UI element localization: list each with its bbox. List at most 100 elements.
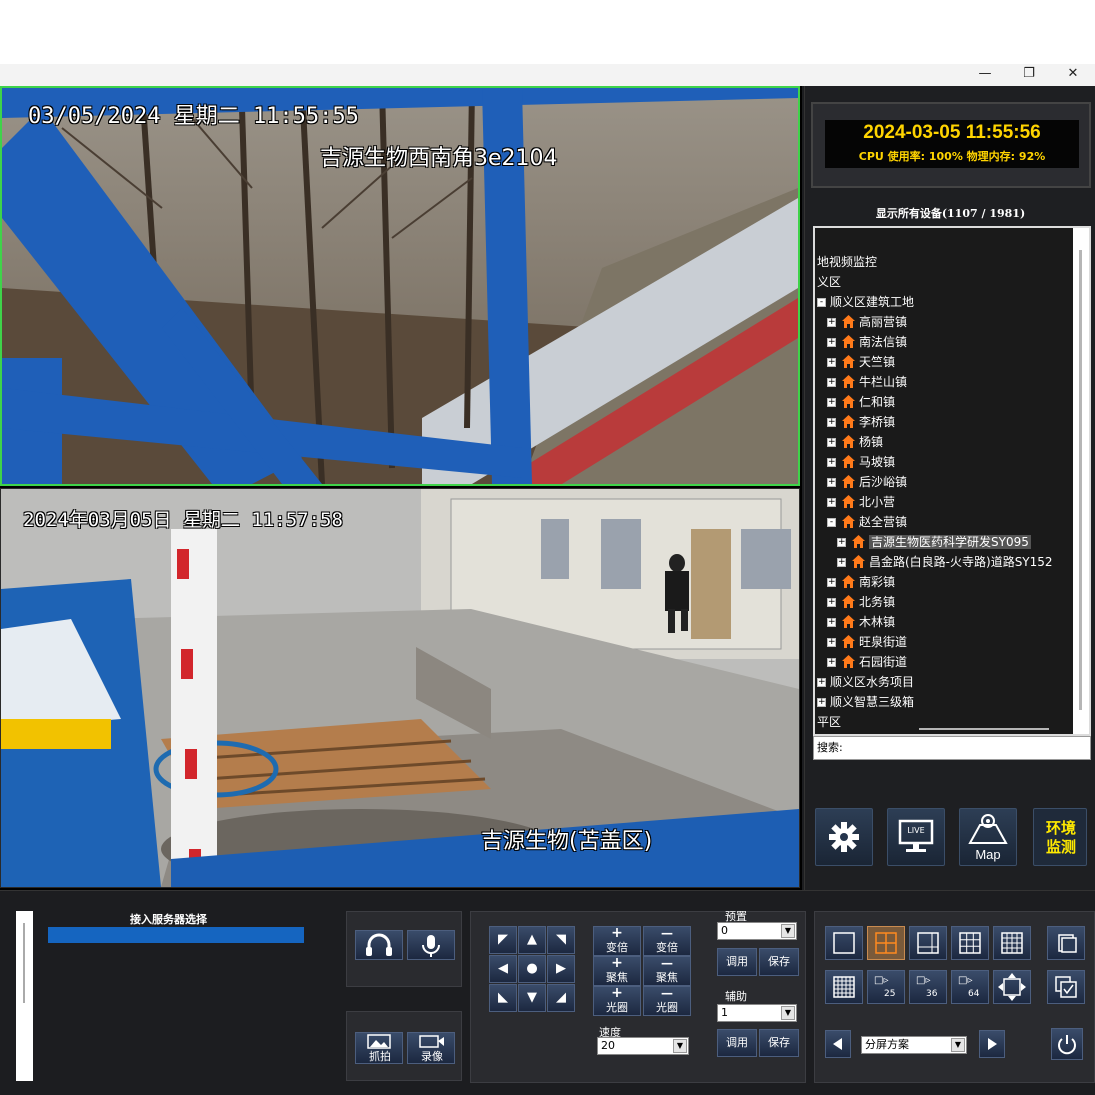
- tree-item[interactable]: 地视频监控: [817, 252, 877, 272]
- tree-item[interactable]: + 杨镇: [827, 432, 883, 452]
- expand-icon[interactable]: +: [817, 698, 826, 707]
- iris-open-button[interactable]: + 光圈: [593, 986, 641, 1016]
- collapse-icon[interactable]: -: [827, 518, 836, 527]
- layout-16-button[interactable]: [993, 926, 1031, 960]
- aux-select[interactable]: 1 ▼: [717, 1004, 797, 1022]
- server-list-scrollbar[interactable]: [16, 911, 33, 1081]
- expand-icon[interactable]: +: [827, 378, 836, 387]
- device-search-input[interactable]: 搜索:: [813, 736, 1091, 760]
- expand-icon[interactable]: +: [827, 498, 836, 507]
- expand-icon[interactable]: +: [827, 658, 836, 667]
- tree-item[interactable]: + 天竺镇: [827, 352, 895, 372]
- ptz-down-button[interactable]: ▼: [518, 984, 546, 1012]
- expand-icon[interactable]: +: [827, 318, 836, 327]
- tree-item[interactable]: + 马坡镇: [827, 452, 895, 472]
- live-view-button[interactable]: LIVE: [887, 808, 945, 866]
- tree-item[interactable]: + 牛栏山镇: [827, 372, 907, 392]
- tree-item[interactable]: + 南法信镇: [827, 332, 907, 352]
- settings-button[interactable]: [815, 808, 873, 866]
- split-scheme-select[interactable]: 分屏方案 ▼: [861, 1036, 967, 1054]
- iris-close-button[interactable]: — 光圈: [643, 986, 691, 1016]
- ptz-right-button[interactable]: ▶: [547, 955, 575, 983]
- scheme-next-button[interactable]: [979, 1030, 1005, 1058]
- layout-64-button[interactable]: □▹ 64: [951, 970, 989, 1004]
- expand-icon[interactable]: +: [827, 578, 836, 587]
- ptz-down-right-button[interactable]: ◢: [547, 984, 575, 1012]
- focus-near-button[interactable]: + 聚焦: [593, 956, 641, 986]
- device-tree-header[interactable]: 显示所有设备(1107 / 1981): [805, 204, 1095, 224]
- tree-item[interactable]: + 后沙峪镇: [827, 472, 907, 492]
- tree-vertical-scrollbar[interactable]: [1073, 228, 1089, 734]
- expand-icon[interactable]: +: [837, 558, 846, 567]
- ptz-up-button[interactable]: ▲: [518, 926, 546, 954]
- preset-select[interactable]: 0 ▼: [717, 922, 797, 940]
- tree-item[interactable]: + 木林镇: [827, 612, 895, 632]
- layout-25-grid-button[interactable]: [825, 970, 863, 1004]
- layout-1-button[interactable]: [825, 926, 863, 960]
- environment-monitor-button[interactable]: 环境 监测: [1033, 808, 1087, 866]
- aux-save-button[interactable]: 保存: [759, 1029, 799, 1057]
- preset-save-button[interactable]: 保存: [759, 948, 799, 976]
- ptz-up-right-button[interactable]: ◥: [547, 926, 575, 954]
- layout-4-button[interactable]: [867, 926, 905, 960]
- ptz-home-button[interactable]: ●: [518, 955, 546, 983]
- scheme-prev-button[interactable]: [825, 1030, 851, 1058]
- tree-item[interactable]: + 昌金路(白良路-火寺路)道路SY152: [837, 552, 1053, 572]
- expand-icon[interactable]: +: [827, 398, 836, 407]
- multi-window-button[interactable]: [1047, 970, 1085, 1004]
- expand-icon[interactable]: +: [827, 618, 836, 627]
- snapshot-button[interactable]: 抓拍: [355, 1032, 403, 1064]
- expand-icon[interactable]: +: [837, 538, 846, 547]
- tree-item[interactable]: + 顺义智慧三级箱: [817, 692, 914, 712]
- tree-item[interactable]: 义区: [817, 272, 841, 292]
- aux-call-button[interactable]: 调用: [717, 1029, 757, 1057]
- layout-6-button[interactable]: [909, 926, 947, 960]
- maximize-button[interactable]: ❐: [1007, 64, 1051, 86]
- expand-icon[interactable]: +: [827, 458, 836, 467]
- minimize-button[interactable]: —: [963, 64, 1007, 86]
- tree-item[interactable]: + 南彩镇: [827, 572, 895, 592]
- tree-item[interactable]: + 吉源生物医药科学研发SY095: [837, 532, 1031, 552]
- tree-item[interactable]: + 李桥镇: [827, 412, 895, 432]
- camera-view-1[interactable]: 03/05/2024 星期二 11:55:55 吉源生物西南角3e2104: [0, 86, 800, 486]
- tree-item[interactable]: - 顺义区建筑工地: [817, 292, 914, 312]
- record-button[interactable]: 录像: [407, 1032, 455, 1064]
- headphone-button[interactable]: [355, 930, 403, 960]
- server-select-bar[interactable]: [48, 927, 304, 943]
- tree-item[interactable]: + 高丽营镇: [827, 312, 907, 332]
- layout-25-button[interactable]: □▹ 25: [867, 970, 905, 1004]
- expand-icon[interactable]: +: [827, 358, 836, 367]
- expand-icon[interactable]: +: [817, 678, 826, 687]
- expand-icon[interactable]: +: [827, 598, 836, 607]
- expand-icon[interactable]: +: [827, 478, 836, 487]
- tree-item[interactable]: + 石园街道: [827, 652, 907, 672]
- ptz-down-left-button[interactable]: ◣: [489, 984, 517, 1012]
- expand-icon[interactable]: +: [827, 438, 836, 447]
- layout-9-button[interactable]: [951, 926, 989, 960]
- collapse-icon[interactable]: -: [817, 298, 826, 307]
- power-button[interactable]: [1051, 1028, 1083, 1060]
- expand-icon[interactable]: +: [827, 638, 836, 647]
- tree-item[interactable]: 平区: [817, 712, 841, 732]
- tree-item[interactable]: + 北小营: [827, 492, 895, 512]
- tree-horizontal-scrollbar[interactable]: [919, 728, 1049, 730]
- speed-select[interactable]: 20 ▼: [597, 1037, 689, 1055]
- zoom-out-button[interactable]: — 变倍: [643, 926, 691, 956]
- tree-item[interactable]: - 赵全营镇: [827, 512, 907, 532]
- tree-item[interactable]: + 北务镇: [827, 592, 895, 612]
- focus-far-button[interactable]: — 聚焦: [643, 956, 691, 986]
- expand-icon[interactable]: +: [827, 418, 836, 427]
- ptz-up-left-button[interactable]: ◤: [489, 926, 517, 954]
- fullscreen-button[interactable]: [993, 970, 1031, 1004]
- map-button[interactable]: Map: [959, 808, 1017, 866]
- close-button[interactable]: ✕: [1051, 64, 1095, 86]
- camera-view-2[interactable]: 2024年03月05日 星期二 11:57:58 吉源生物(苫盖区): [0, 488, 800, 888]
- preset-call-button[interactable]: 调用: [717, 948, 757, 976]
- expand-icon[interactable]: +: [827, 338, 836, 347]
- layout-36-button[interactable]: □▹ 36: [909, 970, 947, 1004]
- microphone-button[interactable]: [407, 930, 455, 960]
- zoom-in-button[interactable]: + 变倍: [593, 926, 641, 956]
- tree-item[interactable]: + 顺义区水务项目: [817, 672, 914, 692]
- tree-item[interactable]: + 旺泉街道: [827, 632, 907, 652]
- restore-layout-button[interactable]: [1047, 926, 1085, 960]
